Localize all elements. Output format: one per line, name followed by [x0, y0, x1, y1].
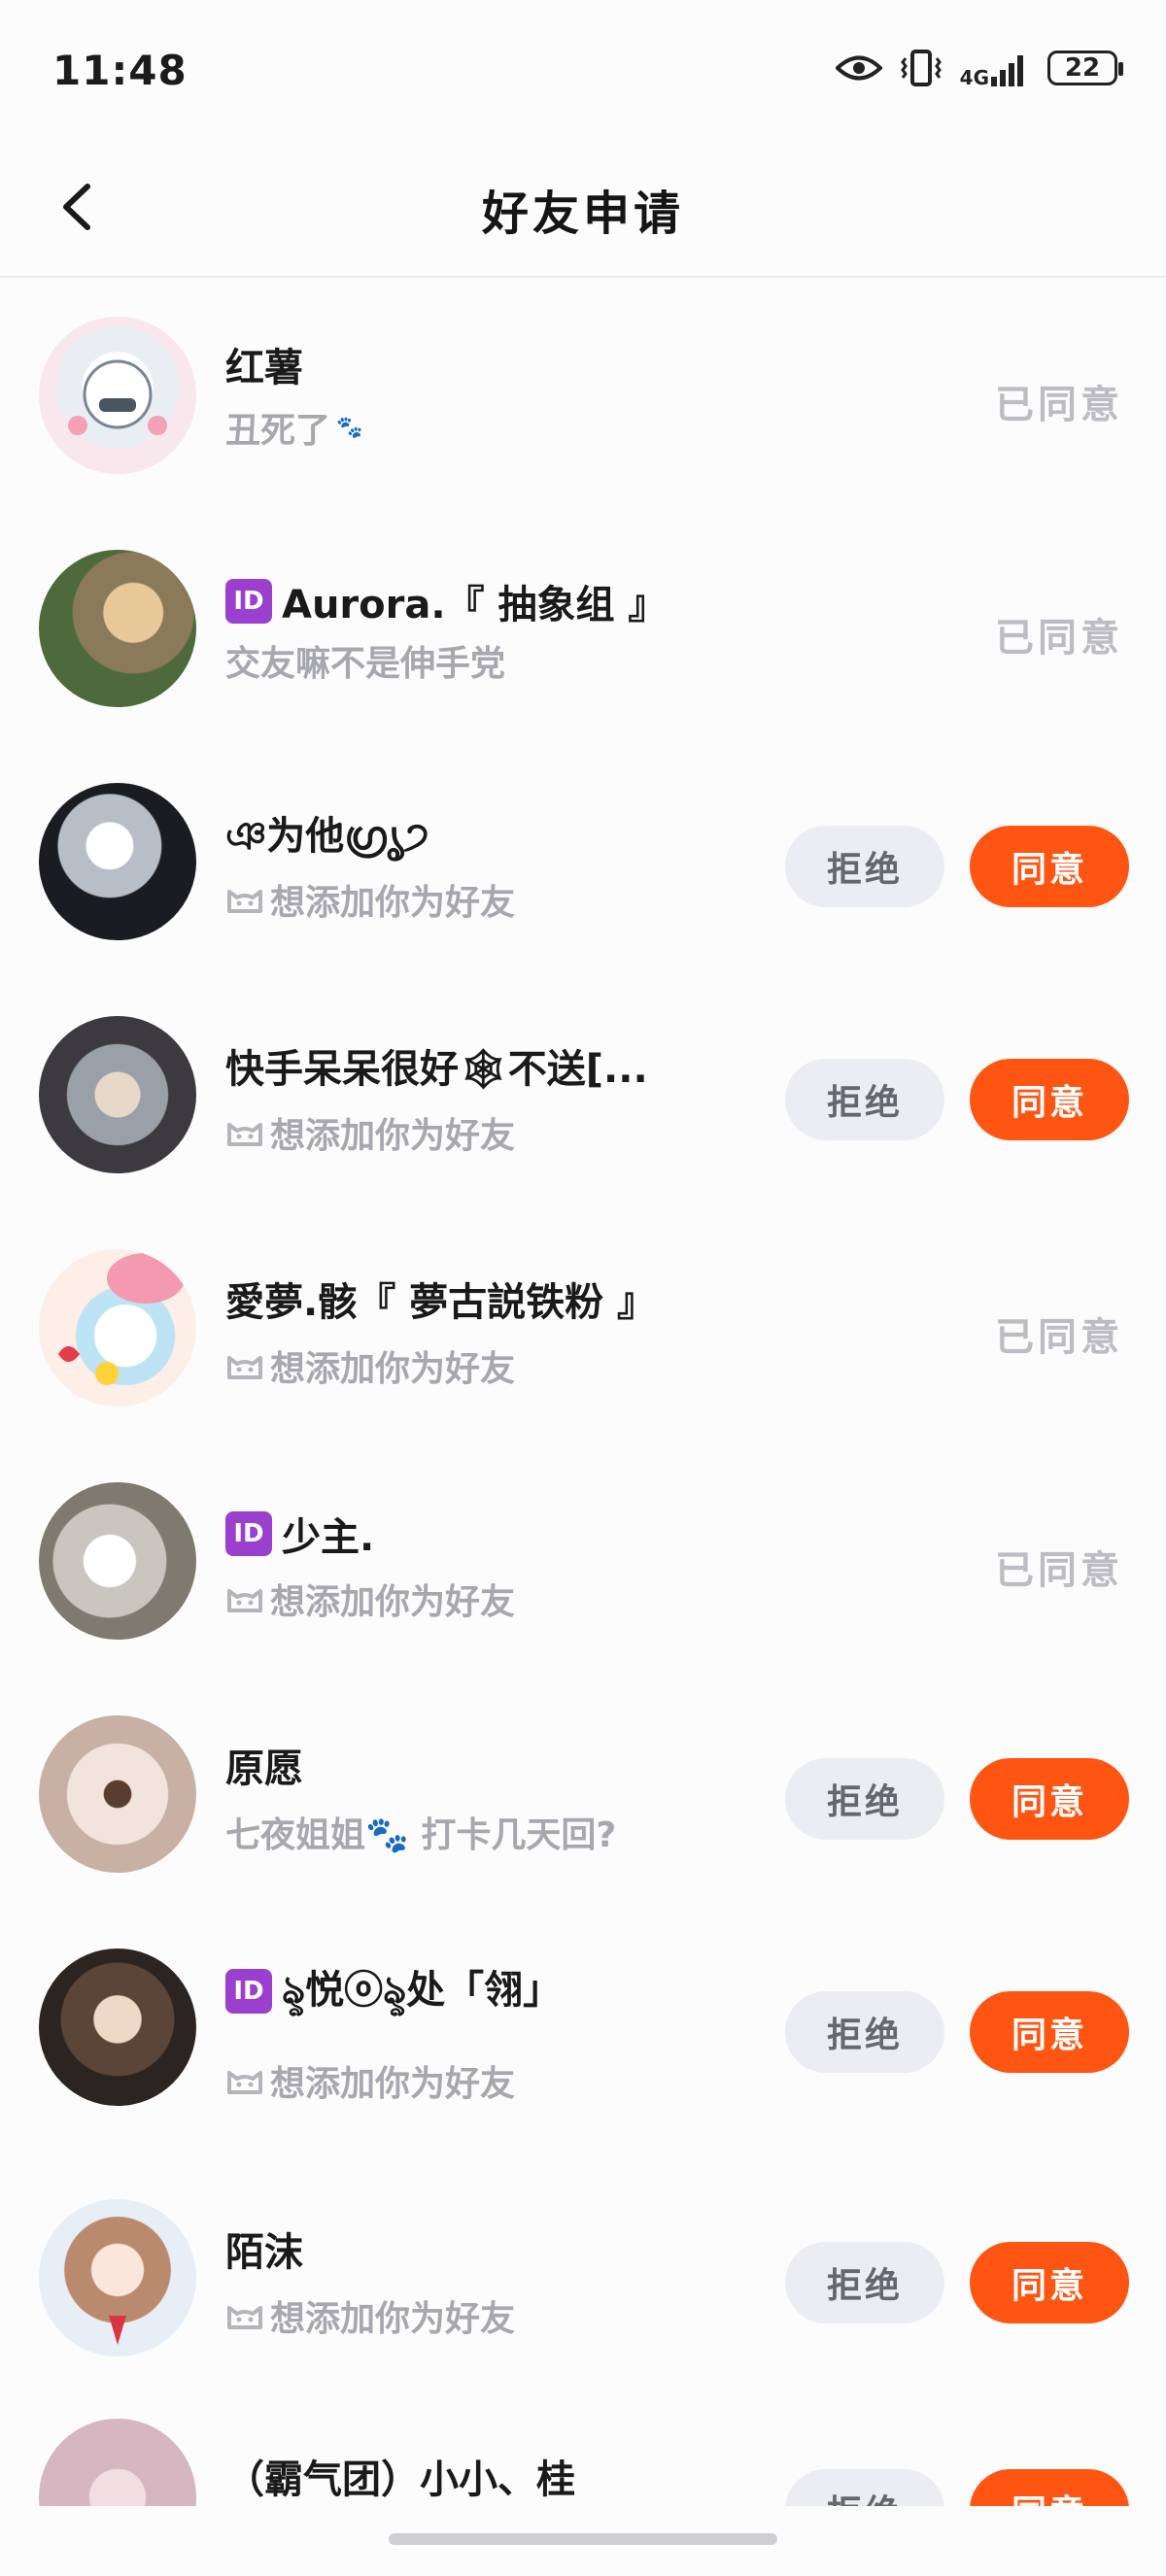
reject-button[interactable]: 拒绝	[785, 2242, 944, 2323]
home-indicator[interactable]	[389, 2533, 777, 2545]
request-message: 交友嘛不是伸手党	[225, 635, 505, 686]
reject-button[interactable]: 拒绝	[785, 2469, 944, 2506]
status-icons: 4G 22	[835, 49, 1123, 89]
reject-button[interactable]: 拒绝	[785, 1758, 944, 1840]
cat-icon	[227, 2306, 262, 2329]
message-text: 七夜姐姐🐾 打卡几天回?	[225, 1815, 617, 1855]
avatar[interactable]	[39, 1249, 196, 1407]
page-title: 好友申请	[481, 186, 684, 241]
avatar[interactable]	[39, 1016, 196, 1173]
paw-emoji: 🐾	[336, 415, 363, 440]
accept-button[interactable]: 同意	[970, 826, 1129, 907]
request-message: 想添加你为好友	[225, 2055, 515, 2106]
cat-icon	[227, 1589, 262, 1612]
name-text: 愛夢.骸『 夢古説铁粉 』	[225, 1280, 657, 1325]
reject-button[interactable]: 拒绝	[785, 826, 944, 907]
list-item[interactable]: 红薯 丑死了 🐾 已同意	[0, 278, 1166, 511]
list-item[interactable]: ID Aurora.『 抽象组 』 交友嘛不是伸手党 已同意	[0, 511, 1166, 744]
verified-id-badge: ID	[225, 1511, 272, 1556]
requester-name: 原愿	[225, 1737, 303, 1793]
battery-indicator: 22	[1047, 51, 1123, 85]
requester-name: ঞ为他ഗ്രൃ੭	[225, 804, 429, 870]
accept-button[interactable]: 同意	[970, 2469, 1129, 2506]
list-item[interactable]: 陌沫 想添加你为好友 拒绝 同意	[0, 2160, 1166, 2393]
avatar[interactable]	[39, 1715, 196, 1873]
avatar[interactable]	[39, 317, 196, 474]
list-item[interactable]: 原愿 七夜姐姐🐾 打卡几天回? 拒绝 同意	[0, 1677, 1166, 1910]
signal-icon	[991, 55, 1023, 86]
message-text: 想添加你为好友	[270, 1349, 516, 1389]
accepted-status: 已同意	[995, 1315, 1123, 1360]
clock: 11:48	[52, 47, 188, 94]
reject-button[interactable]: 拒绝	[785, 1059, 944, 1140]
name-text: Aurora.『 抽象组 』	[282, 583, 668, 627]
accept-button[interactable]: 同意	[970, 1059, 1129, 1140]
name-text: 原愿	[225, 1746, 303, 1791]
request-message: 丑死了 🐾	[225, 402, 362, 453]
cat-icon	[227, 1356, 262, 1379]
requester-name: ID 少主.	[225, 1506, 374, 1562]
message-text: 想添加你为好友	[270, 1116, 516, 1156]
accepted-status: 已同意	[995, 1548, 1123, 1593]
vibrate-icon	[900, 50, 942, 86]
name-text: 少主.	[282, 1515, 375, 1560]
request-message: 七夜姐姐🐾 打卡几天回?	[225, 1807, 616, 1857]
cat-icon	[227, 2071, 262, 2094]
requester-name: 陌沫	[225, 2220, 303, 2277]
requester-name: ID ৡ悦ⓞৡ处「翎」	[225, 1958, 562, 2024]
message-text: 想添加你为好友	[270, 1582, 516, 1622]
accept-button[interactable]: 同意	[970, 1991, 1129, 2073]
network-type-label: 4G	[959, 66, 989, 89]
name-text: （霸气团）小小、桂	[225, 2457, 575, 2502]
avatar[interactable]	[39, 550, 196, 707]
list-item[interactable]: ID ৡ悦ⓞৡ处「翎」 想添加你为好友 拒绝 同意	[0, 1910, 1166, 2143]
list-item[interactable]: ঞ为他ഗ്രൃ੭ 想添加你为好友 拒绝 同意	[0, 744, 1166, 977]
requester-name: （霸气团）小小、桂	[225, 2448, 575, 2504]
requester-name: 快手呆呆很好🕸不送[...	[225, 1037, 648, 1094]
list-item[interactable]: ID 少主. 想添加你为好友 已同意	[0, 1443, 1166, 1677]
name-text: 快手呆呆很好🕸不送[...	[225, 1047, 648, 1092]
request-message: 想添加你为好友	[225, 2290, 515, 2341]
message-text: 想添加你为好友	[270, 2064, 516, 2104]
avatar[interactable]	[39, 1949, 196, 2106]
accept-button[interactable]: 同意	[970, 2242, 1129, 2323]
reject-button[interactable]: 拒绝	[785, 1991, 944, 2073]
name-text: 陌沫	[225, 2230, 303, 2275]
request-message: 想添加你为好友	[225, 1107, 515, 1158]
request-message: 想添加你为好友	[225, 1340, 515, 1391]
avatar[interactable]	[39, 783, 196, 940]
list-item[interactable]: 愛夢.骸『 夢古説铁粉 』 想添加你为好友 已同意	[0, 1210, 1166, 1443]
name-text: 红薯	[225, 346, 303, 390]
accepted-status: 已同意	[995, 383, 1123, 427]
message-text: 丑死了	[225, 411, 331, 451]
verified-id-badge: ID	[225, 579, 272, 624]
requester-name: 愛夢.骸『 夢古説铁粉 』	[225, 1271, 656, 1327]
request-message: 想添加你为好友	[225, 874, 515, 925]
name-text: ৡ悦ⓞৡ处「翎」	[282, 1968, 563, 2013]
avatar[interactable]	[39, 1482, 196, 1640]
accepted-status: 已同意	[995, 616, 1123, 661]
message-text: 想添加你为好友	[270, 2299, 516, 2339]
avatar[interactable]	[39, 2199, 196, 2356]
requester-name: ID Aurora.『 抽象组 』	[225, 573, 667, 629]
list-item[interactable]: （霸气团）小小、桂 拒绝 同意	[0, 2395, 1166, 2506]
avatar[interactable]	[39, 2419, 196, 2506]
cat-icon	[227, 1123, 262, 1146]
verified-id-badge: ID	[225, 1969, 272, 2014]
friend-request-list[interactable]: 红薯 丑死了 🐾 已同意 ID Aurora.『 抽象组 』 交友嘛不是伸手党 已…	[0, 278, 1166, 2506]
message-text: 想添加你为好友	[270, 883, 516, 923]
cat-icon	[227, 890, 262, 913]
request-message: 想添加你为好友	[225, 1574, 515, 1624]
name-text: ঞ为他ഗ്രൃ੭	[225, 814, 429, 859]
eye-icon	[835, 55, 882, 81]
message-text: 交友嘛不是伸手党	[225, 644, 506, 684]
list-item[interactable]: 快手呆呆很好🕸不送[... 想添加你为好友 拒绝 同意	[0, 977, 1166, 1210]
accept-button[interactable]: 同意	[970, 1758, 1129, 1840]
requester-name: 红薯	[225, 336, 303, 392]
nav-header: 好友申请	[0, 146, 1166, 278]
status-bar: 11:48 4G 22	[0, 0, 1166, 146]
